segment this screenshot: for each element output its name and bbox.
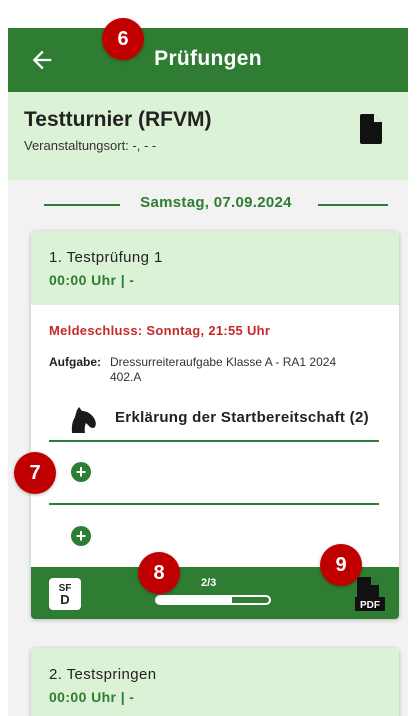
readiness-label: Erklärung der Startbereitschaft (2) xyxy=(115,409,369,426)
svg-text:PDF: PDF xyxy=(360,600,380,611)
competition-header: 1. Testprüfung 1 00:00 Uhr | - xyxy=(31,231,399,305)
progress-fill xyxy=(157,597,233,603)
task-value: Dressurreiteraufgabe Klasse A - RA1 2024… xyxy=(110,355,337,384)
competition-title: 2. Testspringen xyxy=(49,666,157,683)
competition-title: 1. Testprüfung 1 xyxy=(49,249,163,266)
pdf-file-icon[interactable]: PDF xyxy=(353,575,387,613)
annotation-marker: 8 xyxy=(138,552,180,594)
annotation-marker: 9 xyxy=(320,544,362,586)
competition-time: 00:00 Uhr | - xyxy=(49,689,135,705)
competition-card[interactable]: 2. Testspringen 00:00 Uhr | - xyxy=(31,648,399,716)
date-label: Samstag, 07.09.2024 xyxy=(140,194,292,211)
progress-label: 2/3 xyxy=(201,577,217,589)
date-header: Samstag, 07.09.2024 xyxy=(44,194,388,214)
add-entry-button[interactable]: + xyxy=(71,526,91,546)
divider xyxy=(49,440,379,442)
competition-time: 00:00 Uhr | - xyxy=(49,272,135,288)
app-screen: Prüfungen Testturnier (RFVM) Veranstaltu… xyxy=(8,28,408,716)
sf-badge-bottom: D xyxy=(60,592,70,607)
event-place: Veranstaltungsort: -, - - xyxy=(24,138,157,153)
event-header: Testturnier (RFVM) Veranstaltungsort: -,… xyxy=(8,92,408,180)
event-title: Testturnier (RFVM) xyxy=(24,108,212,131)
task-label: Aufgabe: xyxy=(49,355,101,369)
sf-badge[interactable]: SF D xyxy=(49,578,81,610)
competition-header: 2. Testspringen 00:00 Uhr | - xyxy=(31,648,399,716)
document-icon[interactable] xyxy=(360,114,382,144)
app-bar: Prüfungen xyxy=(8,28,408,92)
annotation-marker: 7 xyxy=(14,452,56,494)
horse-head-icon xyxy=(71,407,96,433)
date-divider-right xyxy=(318,204,388,206)
divider xyxy=(49,503,379,505)
add-entry-button[interactable]: + xyxy=(71,462,91,482)
page-title: Prüfungen xyxy=(154,47,262,70)
entry-deadline: Meldeschluss: Sonntag, 21:55 Uhr xyxy=(49,323,271,338)
annotation-marker: 6 xyxy=(102,18,144,60)
progress-bar xyxy=(155,595,271,605)
